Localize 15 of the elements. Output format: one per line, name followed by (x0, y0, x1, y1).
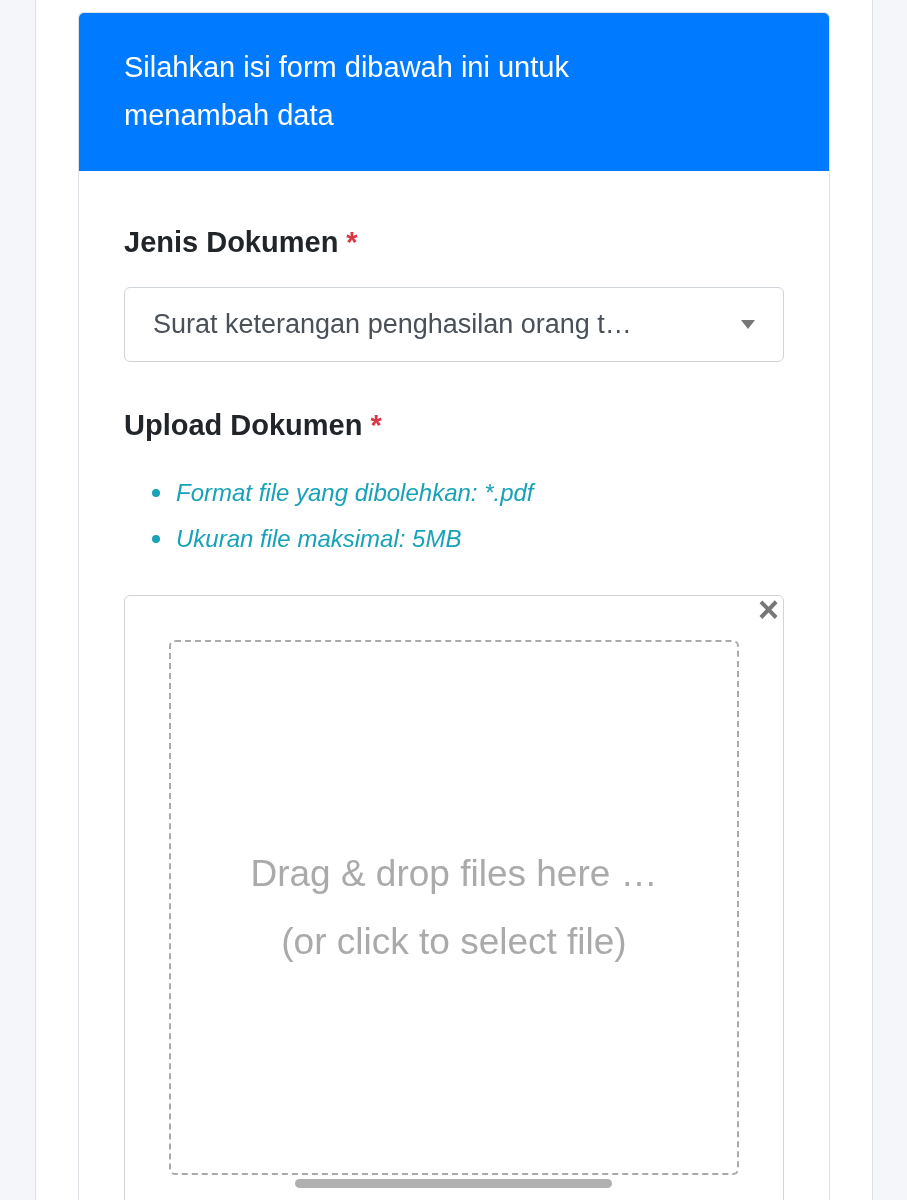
upload-rule: Ukuran file maksimal: 5MB (176, 524, 462, 554)
dropzone[interactable]: Drag & drop files here … (or click to select file) (169, 640, 739, 1175)
caret-icon (741, 319, 755, 329)
field-label: Jenis Dokumen (124, 225, 339, 260)
bullet-icon (152, 489, 160, 497)
upload-rule: Format file yang dibolehkan: *.pdf (176, 478, 534, 508)
field-label: Upload Dokumen (124, 407, 363, 443)
bullet-icon (152, 535, 160, 543)
header-text: Silahkan isi form dibawah ini untuk menambah data (124, 50, 570, 133)
required-mark: * (346, 225, 358, 260)
close-button[interactable]: × (757, 592, 779, 628)
required-mark: * (370, 407, 382, 443)
dropzone-text: Drag & drop files here … (250, 851, 658, 896)
dropzone-text: (or click to select file) (281, 919, 627, 964)
document-type-select[interactable]: Surat keterangan penghasilan orang t… (124, 286, 784, 362)
